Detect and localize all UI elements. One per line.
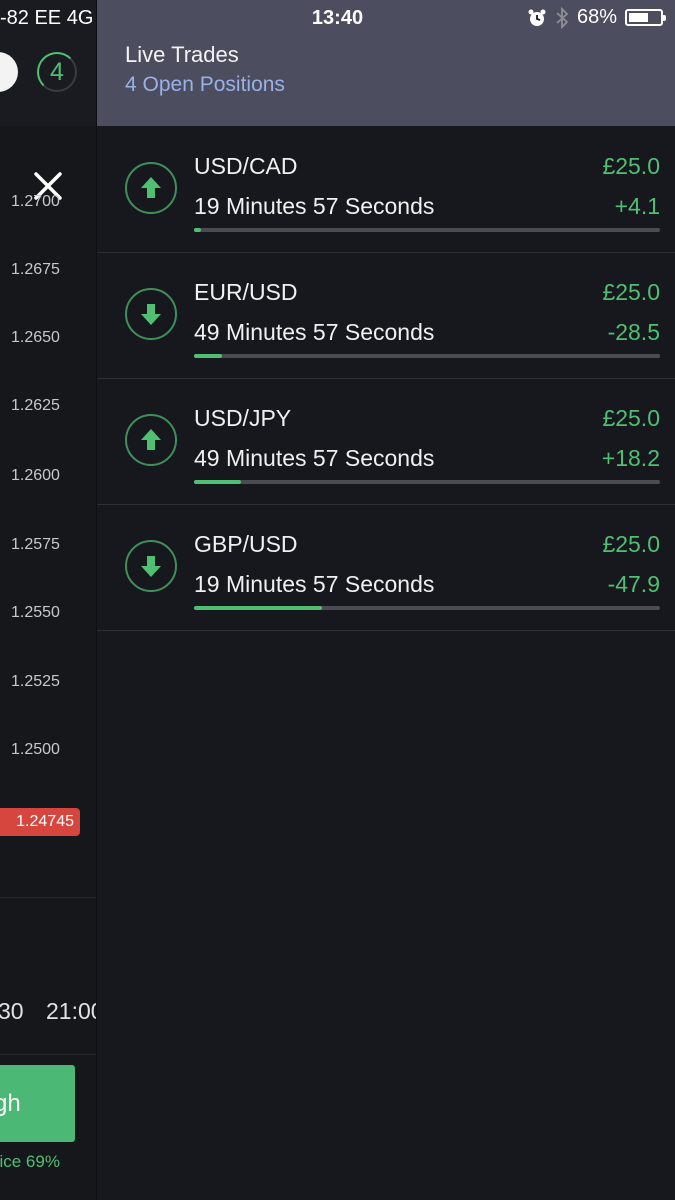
alarm-icon [528,9,546,26]
trade-pnl: -47.9 [607,571,660,597]
price-axis-label: 1.2525 [11,673,60,690]
trade-progress-bar [194,354,660,358]
trade-progress-fill [194,228,201,232]
divider [0,897,96,898]
trade-duration: 49 Minutes 57 Seconds [194,445,435,471]
arrow-down-icon [125,540,177,592]
trade-pnl: +4.1 [614,193,660,219]
trade-pnl: -28.5 [607,319,660,345]
battery-level [629,13,649,22]
trade-progress-bar [194,606,660,610]
battery-icon [625,9,666,26]
trade-progress-fill [194,354,222,358]
live-trades-drawer: Live Trades 4 Open Positions USD/CAD 19 … [97,0,675,1200]
trade-pair: GBP/USD [194,531,298,557]
price-axis-label: 1.2550 [11,604,60,621]
open-trades-count-badge[interactable]: 4 [37,52,77,92]
open-positions-count: 4 Open Positions [125,73,285,96]
trade-stake: £25.0 [602,153,660,179]
time-axis-label: 30 [0,998,24,1024]
arrow-down-icon [125,288,177,340]
divider [0,1054,96,1055]
trade-pair: USD/JPY [194,405,292,431]
bluetooth-icon [556,6,569,29]
price-axis-label: 1.2675 [11,261,60,278]
arrow-up-icon [125,162,177,214]
status-bar: -82 EE 4G 13:40 68% [0,0,675,38]
trade-progress-bar [194,228,660,232]
time-axis-label: 21:00 [46,998,96,1024]
price-axis-label: 1.2575 [11,536,60,553]
trade-pair: EUR/USD [194,279,298,305]
trade-progress-fill [194,606,323,610]
high-button-label: gh [0,1090,21,1117]
background-chart-panel: 4 1.2700 1.2675 1.2650 1.2625 1.2600 1.2… [0,0,97,1200]
current-price-badge: 1.24745 [0,808,80,836]
battery-percentage: 68% [576,6,617,28]
price-axis-label: 1.2700 [11,193,60,210]
drawer-title: Live Trades [125,42,239,67]
trade-pnl: +18.2 [601,445,660,471]
trade-row[interactable]: USD/CAD 19 Minutes 57 Seconds £25.0 +4.1 [97,126,675,253]
trade-duration: 19 Minutes 57 Seconds [194,571,435,597]
trade-row[interactable]: USD/JPY 49 Minutes 57 Seconds £25.0 +18.… [97,378,675,505]
trade-progress-bar [194,480,660,484]
trade-stake: £25.0 [602,279,660,305]
trade-stake: £25.0 [602,405,660,431]
price-axis-label: 1.2500 [11,741,60,758]
high-button[interactable]: gh [0,1065,75,1142]
price-axis-label: 1.2650 [11,329,60,346]
price-axis-label: 1.2600 [11,467,60,484]
trade-progress-fill [194,480,241,484]
trade-stake: £25.0 [602,531,660,557]
trade-duration: 49 Minutes 57 Seconds [194,319,435,345]
status-icons: 68% [527,6,666,29]
trade-pair: USD/CAD [194,153,298,179]
payout-label: oice 69% [0,1152,60,1171]
trade-row[interactable]: EUR/USD 49 Minutes 57 Seconds £25.0 -28.… [97,252,675,379]
trade-row[interactable]: GBP/USD 19 Minutes 57 Seconds £25.0 -47.… [97,504,675,631]
trade-duration: 19 Minutes 57 Seconds [194,193,435,219]
arrow-up-icon [125,414,177,466]
price-axis-label: 1.2625 [11,397,60,414]
